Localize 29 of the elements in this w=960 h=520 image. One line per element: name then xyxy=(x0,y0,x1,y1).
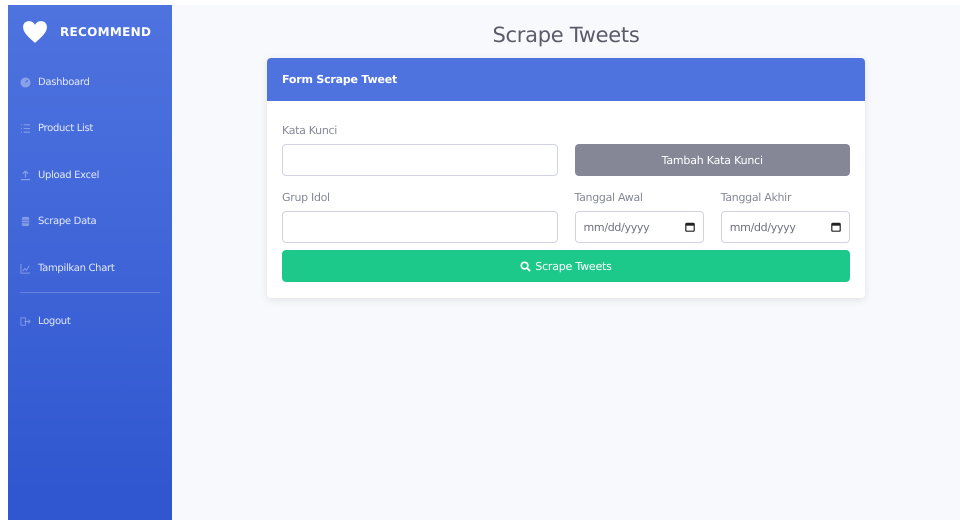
upload-icon xyxy=(20,170,31,181)
nav-item[interactable]: Upload Excel xyxy=(20,152,160,198)
input-field[interactable] xyxy=(282,144,558,176)
heart-icon xyxy=(22,20,48,44)
nav-item[interactable]: Dashboard xyxy=(20,59,160,106)
calendar-icon[interactable] xyxy=(684,222,695,232)
nav-item[interactable]: Tampilkan Chart xyxy=(20,245,160,292)
field-label: Grup Idol xyxy=(282,190,331,206)
date-field[interactable]: mm/dd/yyyy xyxy=(720,211,850,243)
input-field[interactable] xyxy=(282,211,558,243)
scrape-button[interactable]: Scrape Tweets xyxy=(282,250,850,282)
calendar-icon[interactable] xyxy=(831,222,841,232)
field-label: Tanggal Akhir xyxy=(720,190,792,206)
field-label: Kata Kunci xyxy=(282,122,338,138)
search-icon xyxy=(520,260,532,272)
database-icon xyxy=(20,216,31,228)
list-icon xyxy=(20,123,31,134)
brand-name[interactable]: RECOMMEND xyxy=(60,25,152,39)
gauge-icon xyxy=(20,76,31,88)
add-keyword-button[interactable]: Tambah Kata Kunci xyxy=(574,144,850,176)
page-title: Scrape Tweets xyxy=(492,23,640,47)
date-field[interactable]: mm/dd/yyyy xyxy=(574,211,704,243)
chart-icon xyxy=(20,262,31,274)
field-label: Tanggal Awal xyxy=(574,190,644,206)
nav-item[interactable]: Product List xyxy=(20,106,160,152)
nav-item[interactable]: Logout xyxy=(20,298,160,345)
card-header: Form Scrape Tweet xyxy=(267,58,865,101)
nav-item[interactable]: Scrape Data xyxy=(20,198,160,245)
logout-icon xyxy=(20,316,31,328)
